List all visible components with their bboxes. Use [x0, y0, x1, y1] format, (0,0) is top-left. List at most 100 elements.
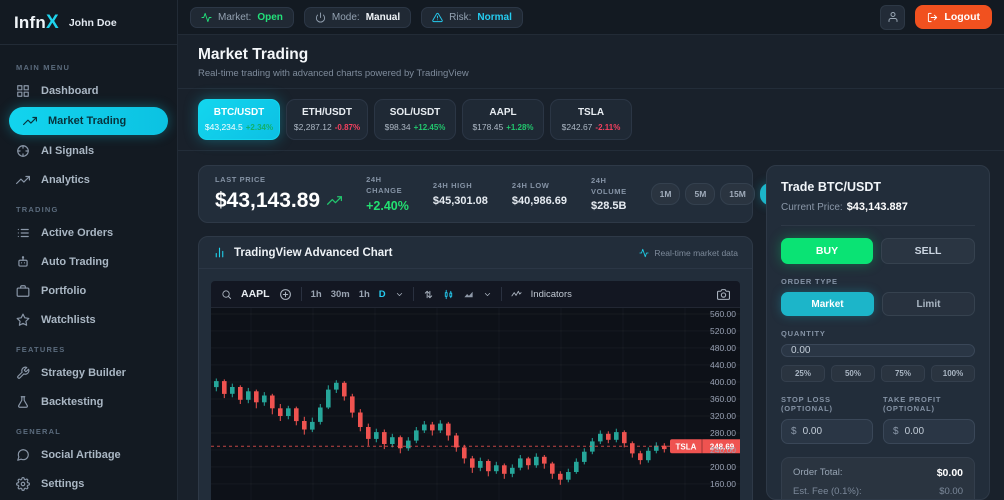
trending-up-icon [23, 114, 37, 128]
ticker-symbol: ETH/USDT [302, 107, 352, 118]
timeframe-15m[interactable]: 15M [720, 183, 755, 205]
order-type-toggle: Market Limit [781, 292, 975, 316]
area-chart-style-icon[interactable] [463, 289, 474, 300]
sidebar-item-ai-signals[interactable]: AI Signals [0, 137, 177, 165]
interval-30m[interactable]: 30m [331, 289, 350, 300]
sidebar-item-settings[interactable]: Settings [0, 470, 177, 498]
status-label: Market: [218, 11, 252, 23]
user-icon [887, 11, 899, 23]
current-price-value: $43,143.887 [846, 201, 908, 213]
user-profile-button[interactable] [880, 4, 906, 30]
ticker-card-eth-usdt[interactable]: ETH/USDT $2,287.12 -0.87% [286, 99, 368, 140]
candlestick-style-icon[interactable] [443, 289, 454, 300]
svg-text:320.00: 320.00 [710, 411, 736, 421]
fee-label: Est. Fee (0.1%): [793, 486, 862, 497]
ticker-change: +2.34% [245, 123, 274, 132]
alert-triangle-icon [432, 12, 443, 23]
timeframe-5m[interactable]: 5M [685, 183, 716, 205]
ticker-card-aapl[interactable]: AAPL $178.45 +1.28% [462, 99, 544, 140]
stat-value: $45,301.08 [432, 194, 488, 207]
indicators-button[interactable]: Indicators [531, 289, 572, 300]
grid-icon [16, 84, 30, 98]
take-profit-label: TAKE PROFIT (OPTIONAL) [883, 395, 942, 413]
sidebar-item-auto-trading[interactable]: Auto Trading [0, 248, 177, 276]
sidebar: InfnX John Doe MAIN MENU Dashboard Marke… [0, 0, 178, 500]
sort-arrows-icon[interactable] [423, 289, 434, 300]
candlestick-chart[interactable]: TSLA 248.69 560.00 520.00 480.00 440.00 400.00… [211, 308, 740, 500]
chart-svg: TSLA 248.69560.00520.00480.00440.00400.00… [211, 309, 740, 489]
app-logo: InfnX [14, 12, 59, 33]
buy-button[interactable]: BUY [781, 238, 873, 264]
take-profit-input[interactable] [904, 426, 965, 437]
stat-label: 24H LOW [511, 181, 550, 191]
sidebar-item-active-orders[interactable]: Active Orders [0, 219, 177, 247]
order-summary: Order Total: $0.00 Est. Fee (0.1%): $0.00 [781, 457, 975, 499]
sidebar-item-label: Backtesting [41, 396, 104, 408]
quantity-label: QUANTITY [781, 329, 826, 338]
sidebar-item-label: Portfolio [41, 285, 87, 297]
order-type-label: ORDER TYPE [781, 277, 838, 286]
order-type-limit[interactable]: Limit [882, 292, 975, 316]
sidebar-item-market-trading[interactable]: Market Trading [9, 107, 168, 135]
ticker-symbol: AAPL [489, 107, 517, 118]
logout-button[interactable]: Logout [915, 5, 992, 29]
percent-50-[interactable]: 50% [831, 365, 875, 382]
sidebar-item-portfolio[interactable]: Portfolio [0, 277, 177, 305]
stop-loss-input[interactable] [802, 426, 863, 437]
message-icon [16, 448, 30, 462]
trending-up-icon [16, 173, 30, 187]
status-pill-risk-: Risk: Normal [421, 6, 523, 28]
interval-1h[interactable]: 1h [359, 289, 370, 300]
sidebar-item-watchlists[interactable]: Watchlists [0, 306, 177, 334]
user-name: John Doe [68, 17, 117, 29]
status-pill-market-: Market: Open [190, 6, 294, 28]
ticker-card-tsla[interactable]: TSLA $242.67 -2.11% [550, 99, 632, 140]
svg-text:480.00: 480.00 [710, 343, 736, 353]
sidebar-item-backtesting[interactable]: Backtesting [0, 388, 177, 416]
currency-prefix: $ [893, 426, 899, 437]
sell-button[interactable]: SELL [881, 238, 975, 264]
interval-1h[interactable]: 1h [311, 289, 322, 300]
sidebar-item-strategy-builder[interactable]: Strategy Builder [0, 359, 177, 387]
sidebar-item-label: Market Trading [48, 115, 127, 127]
percent-25-[interactable]: 25% [781, 365, 825, 382]
interval-d[interactable]: D [379, 289, 386, 300]
order-type-market[interactable]: Market [781, 292, 874, 316]
camera-snapshot-icon[interactable] [717, 288, 730, 301]
stat-24h-high: 24H HIGH $45,301.08 [433, 181, 488, 206]
ticker-price: $242.67 [561, 122, 593, 132]
svg-text:TSLA: TSLA [676, 442, 697, 451]
quantity-input[interactable] [781, 344, 975, 357]
percent-100-[interactable]: 100% [931, 365, 975, 382]
sidebar-nav: MAIN MENU Dashboard Market Trading AI Si… [0, 45, 177, 500]
sidebar-item-dashboard[interactable]: Dashboard [0, 77, 177, 105]
chevron-down-icon[interactable] [395, 290, 404, 299]
fee-value: $0.00 [939, 486, 963, 497]
status-label: Mode: [331, 11, 360, 23]
status-value: Open [257, 11, 283, 23]
stat-last-price: LAST PRICE $43,143.89 [215, 175, 343, 212]
compare-add-icon[interactable] [279, 288, 292, 301]
ticker-card-sol-usdt[interactable]: SOL/USDT $98.34 +12.45% [374, 99, 456, 140]
page-title: Market Trading [198, 46, 309, 63]
stat-value: +2.40% [366, 198, 409, 213]
ticker-change: -2.11% [595, 123, 621, 132]
timeframe-1m[interactable]: 1M [650, 183, 681, 205]
ticker-row: BTC/USDT $43,234.5 +2.34% ETH/USDT $2,287… [178, 89, 1004, 151]
stat-value: $28.5B [590, 199, 627, 212]
search-icon [221, 289, 232, 300]
chart-symbol-input[interactable]: AAPL [241, 288, 270, 300]
sidebar-section-general: GENERAL [16, 427, 62, 436]
stat-label: 24H CHANGE [366, 175, 403, 195]
status-pill-mode-: Mode: Manual [303, 6, 412, 28]
chevron-down-icon[interactable] [483, 290, 492, 299]
ticker-card-btc-usdt[interactable]: BTC/USDT $43,234.5 +2.34% [198, 99, 280, 140]
indicators-icon[interactable] [511, 289, 522, 300]
status-label: Risk: [449, 11, 472, 23]
sidebar-item-analytics[interactable]: Analytics [0, 166, 177, 194]
order-total-label: Order Total: [793, 467, 843, 478]
percent-75-[interactable]: 75% [881, 365, 925, 382]
svg-text:400.00: 400.00 [710, 377, 736, 387]
main-content: Market Trading Real-time trading with ad… [178, 35, 1004, 500]
sidebar-item-social-artibage[interactable]: Social Artibage [0, 441, 177, 469]
